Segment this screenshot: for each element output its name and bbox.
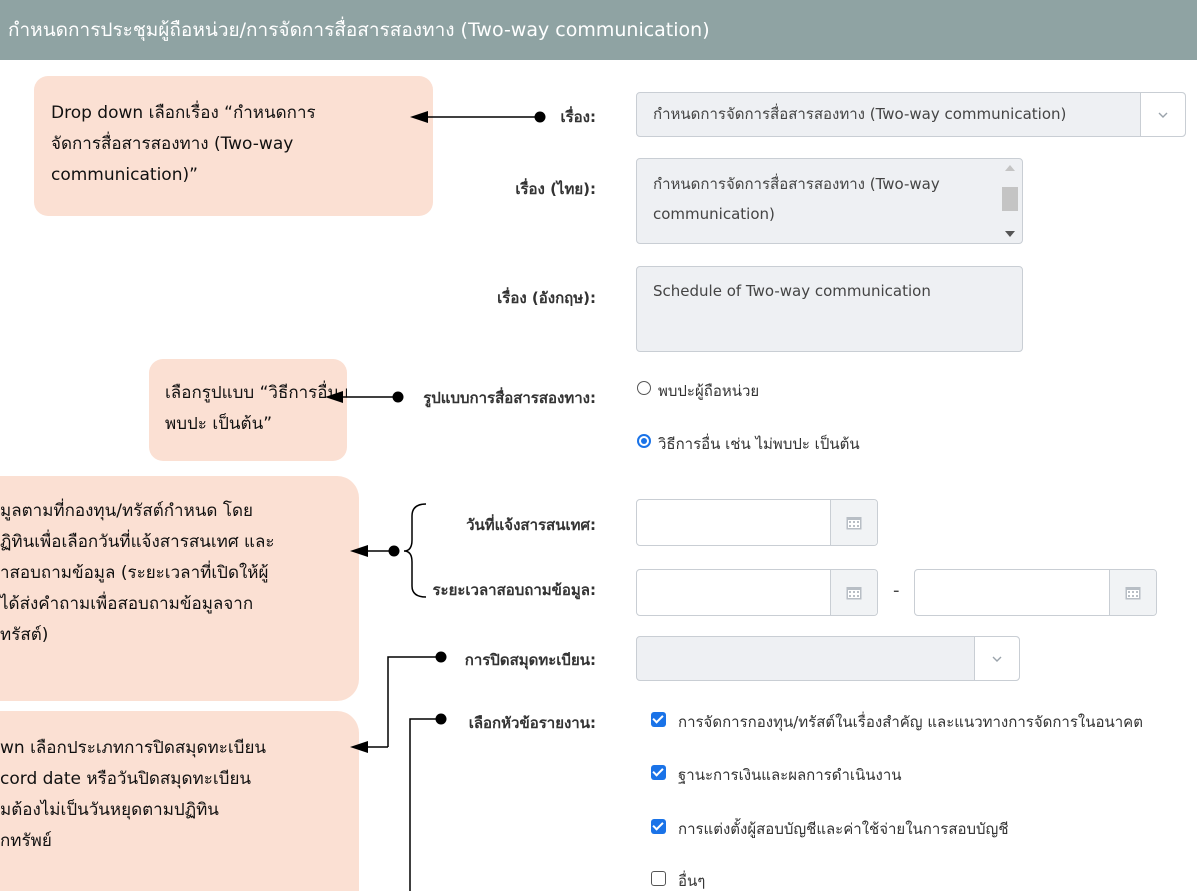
annotation-line: wn เลือกประเภทการปิดสมุดทะเบียน bbox=[0, 738, 267, 758]
annotation-line: าสอบถามข้อมูล (ระยะเวลาที่เปิดให้ผู้ bbox=[0, 563, 269, 583]
subject-th-value: กำหนดการจัดการสื่อสารสองทาง (Two-way com… bbox=[653, 175, 940, 223]
subject-th-label: เรื่อง (ไทย): bbox=[515, 180, 596, 198]
page-title: กำหนดการประชุมผู้ถือหน่วย/การจัดการสื่อส… bbox=[8, 19, 710, 41]
report-topic-checkbox[interactable] bbox=[651, 871, 666, 886]
subject-select-value: กำหนดการจัดการสื่อสารสองทาง (Two-way com… bbox=[653, 105, 1067, 123]
calendar-icon[interactable] bbox=[830, 500, 877, 545]
notify-date-input[interactable] bbox=[636, 499, 878, 546]
format-label: รูปแบบการสื่อสารสองทาง: bbox=[423, 389, 596, 407]
calendar-icon[interactable] bbox=[830, 570, 877, 615]
chevron-down-icon[interactable] bbox=[974, 637, 1019, 680]
annotation-line: มูลตามที่กองทุน/ทรัสต์กำหนด โดย bbox=[0, 501, 253, 521]
connector-dot bbox=[392, 391, 404, 403]
annotation-line: เลือกรูปแบบ “วิธีการอื่น เช่น ไม่ bbox=[165, 383, 347, 403]
report-topic-label: การจัดการกองทุน/ทรัสต์ในเรื่องสำคัญ และแ… bbox=[678, 713, 1143, 731]
connector-dot bbox=[388, 545, 400, 557]
scroll-down-icon[interactable] bbox=[1005, 231, 1015, 237]
report-topic-label: อื่นๆ bbox=[678, 872, 706, 890]
annotation-line: communication)” bbox=[51, 165, 198, 185]
range-separator: - bbox=[893, 580, 900, 601]
annotation-dates: มูลตามที่กองทุน/ทรัสต์กำหนด โดย ฏิทินเพื… bbox=[0, 476, 359, 701]
format-option-meet: พบปะผู้ถือหน่วย bbox=[658, 382, 760, 400]
report-topic-label: การแต่งตั้งผู้สอบบัญชีและค่าใช้จ่ายในการ… bbox=[678, 820, 1009, 838]
page-header: กำหนดการประชุมผู้ถือหน่วย/การจัดการสื่อส… bbox=[0, 0, 1197, 60]
annotation-line: ได้ส่งคำถามเพื่อสอบถามข้อมูลจาก bbox=[0, 594, 254, 614]
calendar-icon[interactable] bbox=[1109, 570, 1156, 615]
chevron-down-icon[interactable] bbox=[1140, 93, 1185, 136]
annotation-line: กทรัพย์ bbox=[0, 831, 52, 851]
annotation-line: ฏิทินเพื่อเลือกวันที่แจ้งสารสนเทศ และ bbox=[0, 532, 275, 552]
annotation-line: มต้องไม่เป็นวันหยุดตามปฏิทิน bbox=[0, 800, 219, 820]
subject-en-value: Schedule of Two-way communication bbox=[653, 282, 931, 300]
report-topic-checkbox[interactable] bbox=[651, 712, 666, 727]
inquiry-period-label: ระยะเวลาสอบถามข้อมูล: bbox=[432, 581, 596, 599]
report-topic-label: ฐานะการเงินและผลการดำเนินงาน bbox=[678, 766, 902, 784]
inquiry-end-input[interactable] bbox=[914, 569, 1157, 616]
textarea-scrollbar[interactable] bbox=[1002, 163, 1018, 239]
scroll-thumb[interactable] bbox=[1002, 187, 1018, 211]
annotation-format: เลือกรูปแบบ “วิธีการอื่น เช่น ไม่ พบปะ เ… bbox=[149, 359, 347, 461]
annotation-line: พบปะ เป็นต้น” bbox=[165, 414, 273, 434]
report-topics-label: เลือกหัวข้อรายงาน: bbox=[468, 714, 596, 732]
subject-th-textarea[interactable]: กำหนดการจัดการสื่อสารสองทาง (Two-way com… bbox=[636, 158, 1023, 244]
annotation-subject: Drop down เลือกเรื่อง “กำหนดการ จัดการสื… bbox=[34, 76, 433, 216]
annotation-line: จัดการสื่อสารสองทาง (Two-way bbox=[51, 134, 294, 154]
scroll-up-icon[interactable] bbox=[1005, 165, 1015, 171]
subject-en-label: เรื่อง (อังกฤษ): bbox=[497, 289, 596, 307]
annotation-line: ทรัสต์) bbox=[0, 625, 49, 645]
format-option-other: วิธีการอื่น เช่น ไม่พบปะ เป็นต้น bbox=[658, 435, 860, 453]
subject-select[interactable]: กำหนดการจัดการสื่อสารสองทาง (Two-way com… bbox=[636, 92, 1186, 137]
annotation-line: cord date หรือวันปิดสมุดทะเบียน bbox=[0, 769, 252, 789]
format-radio-meet[interactable] bbox=[637, 381, 651, 395]
subject-label: เรื่อง: bbox=[560, 108, 596, 126]
notify-date-label: วันที่แจ้งสารสนเทศ: bbox=[466, 516, 596, 534]
subject-en-textarea[interactable]: Schedule of Two-way communication bbox=[636, 266, 1023, 352]
report-topic-checkbox[interactable] bbox=[651, 765, 666, 780]
book-close-label: การปิดสมุดทะเบียน: bbox=[464, 651, 596, 669]
inquiry-start-input[interactable] bbox=[636, 569, 878, 616]
book-close-select[interactable] bbox=[636, 636, 1020, 681]
annotation-book-close: wn เลือกประเภทการปิดสมุดทะเบียน cord dat… bbox=[0, 711, 359, 891]
report-topic-checkbox[interactable] bbox=[651, 819, 666, 834]
annotation-line: Drop down เลือกเรื่อง “กำหนดการ bbox=[51, 103, 316, 123]
format-radio-other[interactable] bbox=[637, 434, 651, 448]
